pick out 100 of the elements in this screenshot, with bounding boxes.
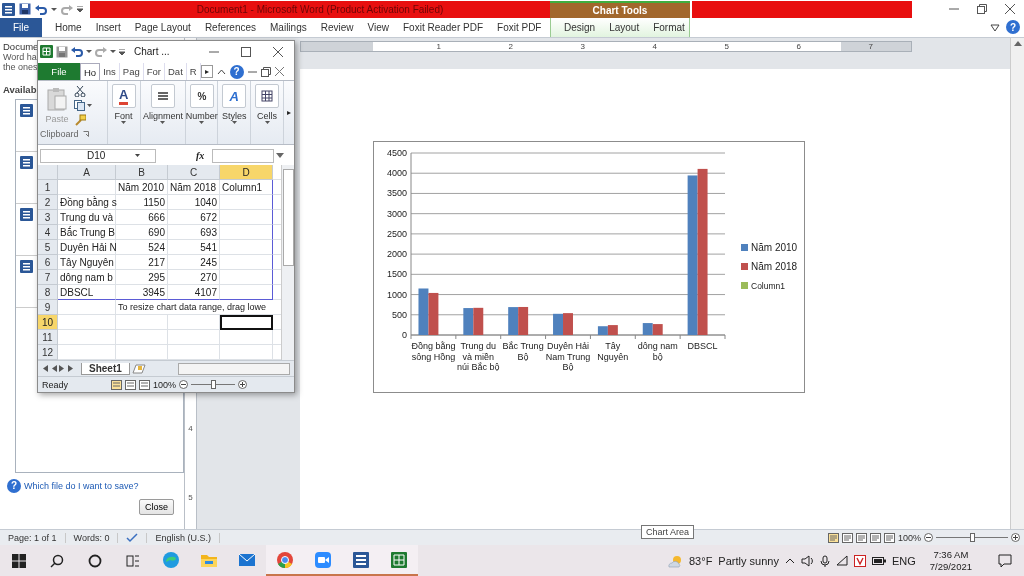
collapse-ribbon-icon[interactable] — [990, 23, 1000, 32]
table-cell[interactable]: Năm 2010 — [116, 180, 168, 196]
ribbon-tab[interactable]: View — [360, 18, 396, 37]
table-cell[interactable]: Column1 — [220, 180, 273, 196]
zoom-out-icon[interactable] — [924, 533, 933, 542]
alignment-button[interactable] — [150, 84, 175, 109]
table-cell[interactable]: 1040 — [168, 195, 220, 211]
scissors-icon[interactable] — [74, 86, 86, 98]
table-cell[interactable]: 672 — [168, 210, 220, 226]
name-box[interactable]: D10 — [40, 148, 156, 163]
row-header[interactable]: 11 — [38, 330, 58, 346]
new-sheet-icon[interactable] — [131, 363, 146, 374]
caret-icon[interactable] — [264, 121, 270, 125]
restore-icon[interactable] — [260, 66, 271, 77]
maximize-icon[interactable] — [241, 46, 251, 57]
horizontal-scrollbar[interactable] — [178, 362, 290, 375]
ribbon-tab[interactable]: Ins — [100, 62, 120, 81]
ribbon-tab[interactable]: Insert — [88, 18, 128, 37]
ribbon-tab[interactable]: References — [197, 18, 263, 37]
vertical-scrollbar[interactable] — [281, 165, 294, 361]
chevron-up-icon[interactable] — [784, 557, 795, 564]
table-cell[interactable] — [220, 315, 273, 331]
table-cell[interactable]: Tây Nguyên — [58, 255, 116, 271]
table-cell[interactable]: 690 — [116, 225, 168, 241]
sheet-tab[interactable]: Sheet1 — [81, 362, 130, 375]
table-cell[interactable]: Bắc Trung B — [58, 225, 116, 241]
row-header[interactable]: 8 — [38, 285, 58, 301]
row-header[interactable]: 1 — [38, 180, 58, 196]
ribbon-tab[interactable]: Ho — [80, 62, 101, 81]
language[interactable]: English (U.S.) — [147, 532, 220, 543]
row-header[interactable]: 7 — [38, 270, 58, 286]
row-header[interactable]: 6 — [38, 255, 58, 271]
ribbon-tab[interactable]: Layout — [602, 18, 647, 37]
slider-track[interactable] — [936, 533, 1008, 542]
ribbon-tab[interactable]: Review — [313, 18, 361, 37]
file-tab[interactable]: File — [38, 62, 80, 81]
table-cell[interactable] — [220, 240, 273, 256]
save-icon[interactable] — [19, 3, 31, 15]
formula-field[interactable] — [212, 148, 275, 163]
scroll-button[interactable]: ▸ — [200, 64, 213, 79]
table-cell[interactable]: 245 — [168, 255, 220, 271]
caret-icon[interactable] — [51, 7, 57, 11]
table-cell[interactable]: 693 — [168, 225, 220, 241]
file-tab[interactable]: File — [0, 18, 42, 37]
chart-area[interactable]: 0 500 1000 1500 2000 2500 3000 3500 4000 4500 Đồng bằng sông Hồng Trung du và miền núi Bắc bộ Bắc Trung Bộ Duyên Hải Nam Trung Bộ Tây Nguyên dông nam bộ DBSCL Năm 2010 Năm 2018 Column1 — [373, 140, 805, 393]
column-header[interactable]: D — [220, 165, 273, 181]
dialog-launcher-icon[interactable] — [82, 131, 89, 138]
view-icon[interactable] — [827, 532, 839, 543]
document-icon[interactable] — [20, 259, 33, 273]
table-cell[interactable] — [220, 285, 273, 301]
font-button[interactable]: A — [111, 84, 136, 109]
view-icon[interactable] — [111, 379, 122, 390]
row-header[interactable]: 4 — [38, 225, 58, 241]
caret-icon[interactable] — [86, 50, 92, 54]
undo-icon[interactable] — [71, 46, 83, 58]
number-button[interactable]: % — [189, 84, 214, 109]
table-cell[interactable]: 524 — [116, 240, 168, 256]
slider-track[interactable] — [191, 380, 236, 390]
zoom-in-icon[interactable] — [238, 380, 248, 390]
ribbon-tab[interactable]: Format — [646, 18, 692, 37]
ribbon-tab[interactable]: Mailings — [263, 18, 314, 37]
format-painter-icon[interactable] — [74, 114, 86, 127]
document-icon[interactable] — [2, 2, 15, 16]
caret-icon[interactable] — [160, 121, 166, 125]
expand-icon[interactable] — [276, 153, 285, 158]
restore-icon[interactable] — [977, 4, 987, 14]
scroll-button[interactable]: ▸ — [284, 81, 294, 144]
microphone-icon[interactable] — [819, 554, 830, 567]
table-cell[interactable] — [220, 270, 273, 286]
view-icon[interactable] — [841, 532, 853, 543]
battery-icon[interactable] — [871, 556, 886, 565]
table-cell[interactable]: 1150 — [116, 195, 168, 211]
ribbon-tab[interactable]: R — [186, 62, 201, 81]
table-cell[interactable]: Duyên Hải N — [58, 240, 116, 256]
ribbon-tab[interactable]: Pag — [119, 62, 144, 81]
help-link[interactable]: Which file do I want to save? — [24, 480, 139, 491]
table-cell[interactable]: 3945 — [116, 285, 168, 301]
view-icon[interactable] — [883, 532, 895, 543]
ribbon-tab[interactable]: Design — [557, 18, 603, 37]
speaker-icon[interactable] — [800, 554, 814, 567]
horizontal-ruler[interactable]: 1 2 3 4 5 6 7 — [300, 40, 912, 52]
customize-icon[interactable] — [119, 48, 125, 55]
close-icon[interactable] — [1005, 4, 1015, 14]
undo-icon[interactable] — [35, 3, 47, 15]
table-cell[interactable]: 270 — [168, 270, 220, 286]
view-icon[interactable] — [139, 379, 150, 390]
customize-icon[interactable] — [77, 6, 83, 12]
ribbon-tab[interactable]: Page Layout — [127, 18, 198, 37]
column-header[interactable]: B — [116, 165, 168, 181]
taskbar-button[interactable] — [266, 545, 304, 576]
caret-icon[interactable] — [121, 121, 127, 125]
document-icon[interactable] — [20, 103, 33, 117]
table-cell[interactable]: DBSCL — [58, 285, 116, 301]
cells-button[interactable] — [255, 84, 280, 109]
row-header[interactable]: 3 — [38, 210, 58, 226]
task-view-icon[interactable] — [126, 553, 140, 568]
zoom-level[interactable]: 100% — [153, 379, 177, 390]
zoom-out-icon[interactable] — [179, 380, 189, 390]
row-header[interactable]: 12 — [38, 345, 58, 361]
ribbon-tab[interactable]: Home — [48, 18, 89, 37]
